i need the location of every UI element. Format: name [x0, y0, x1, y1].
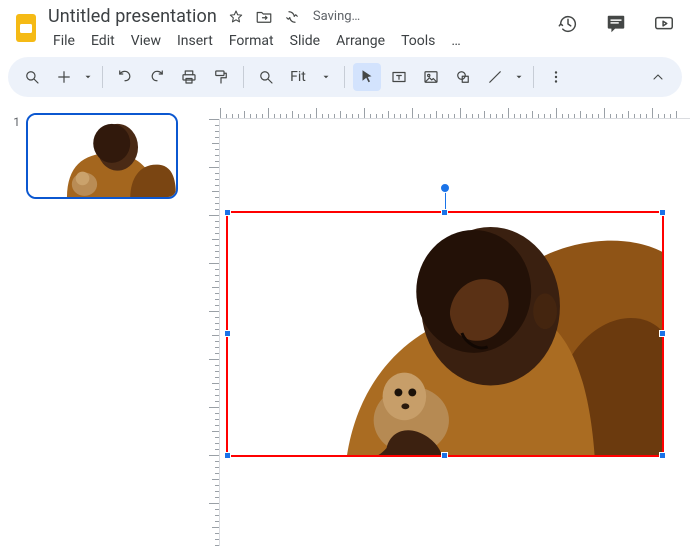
present-icon[interactable]: [652, 12, 676, 36]
resize-handle-bottom[interactable]: [441, 452, 448, 459]
insert-shape-icon[interactable]: [449, 63, 477, 91]
paint-format-icon[interactable]: [207, 63, 235, 91]
rotate-handle-line: [445, 191, 446, 211]
search-icon[interactable]: [18, 63, 46, 91]
insert-image-icon[interactable]: [417, 63, 445, 91]
ruler-vertical: [202, 119, 220, 546]
toolbar: Fit: [8, 57, 682, 97]
slide-thumbnail-row: 1: [12, 113, 180, 199]
cloud-sync-icon[interactable]: [283, 8, 301, 26]
print-icon[interactable]: [175, 63, 203, 91]
menu-file[interactable]: File: [46, 29, 82, 53]
canvas[interactable]: [190, 101, 690, 546]
rotate-handle[interactable]: [440, 183, 450, 193]
resize-handle-left[interactable]: [224, 330, 231, 337]
select-tool[interactable]: [353, 63, 381, 91]
menu-insert[interactable]: Insert: [170, 29, 220, 53]
textbox-tool[interactable]: [385, 63, 413, 91]
menu-view[interactable]: View: [124, 29, 168, 53]
resize-handle-top-right[interactable]: [659, 209, 666, 216]
zoom-dropdown[interactable]: Fit: [284, 63, 312, 91]
insert-line-icon[interactable]: [481, 63, 509, 91]
slide-number: 1: [12, 113, 20, 129]
resize-handle-bottom-right[interactable]: [659, 452, 666, 459]
save-status: Saving…: [313, 9, 360, 24]
slides-logo[interactable]: [8, 10, 44, 46]
undo-icon[interactable]: [111, 63, 139, 91]
resize-handle-right[interactable]: [659, 330, 666, 337]
resize-handle-top[interactable]: [441, 209, 448, 216]
zoom-icon[interactable]: [252, 63, 280, 91]
menu-edit[interactable]: Edit: [84, 29, 122, 53]
star-icon[interactable]: [227, 8, 245, 26]
doc-title[interactable]: Untitled presentation: [48, 6, 217, 27]
ruler-horizontal: [220, 101, 690, 119]
more-tools-icon[interactable]: [542, 63, 570, 91]
move-to-icon[interactable]: [255, 8, 273, 26]
resize-handle-top-left[interactable]: [224, 209, 231, 216]
app-header: Untitled presentation Saving… File Edit …: [0, 0, 690, 53]
menu-arrange[interactable]: Arrange: [329, 29, 392, 53]
menu-format[interactable]: Format: [222, 29, 281, 53]
collapse-toolbar-icon[interactable]: [644, 63, 672, 91]
zoom-label: Fit: [290, 69, 306, 85]
new-slide-icon[interactable]: [50, 63, 78, 91]
redo-icon[interactable]: [143, 63, 171, 91]
resize-handle-bottom-left[interactable]: [224, 452, 231, 459]
selected-image[interactable]: [226, 211, 664, 457]
zoom-dropdown-arrow[interactable]: [316, 63, 336, 91]
menu-tools[interactable]: Tools: [394, 29, 442, 53]
menu-slide[interactable]: Slide: [283, 29, 327, 53]
slide-panel: 1: [0, 101, 190, 546]
comments-icon[interactable]: [604, 12, 628, 36]
slide-image: [228, 213, 662, 455]
slide-thumbnail[interactable]: [26, 113, 178, 199]
menu-extensions[interactable]: …: [444, 29, 467, 53]
new-slide-dropdown[interactable]: [82, 63, 94, 91]
version-history-icon[interactable]: [556, 12, 580, 36]
insert-line-dropdown[interactable]: [513, 63, 525, 91]
menu-bar: File Edit View Insert Format Slide Arran…: [44, 27, 556, 53]
